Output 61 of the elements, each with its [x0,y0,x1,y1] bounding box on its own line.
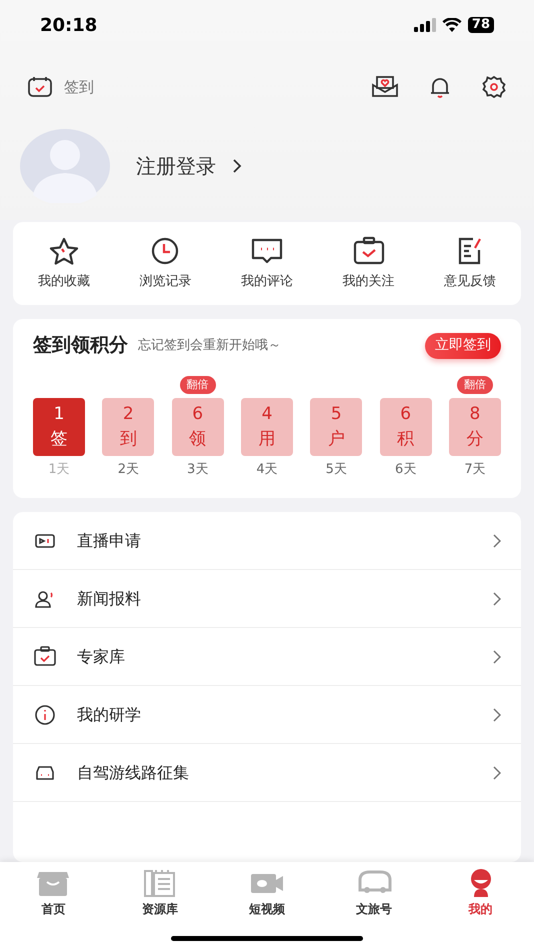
checkin-title: 签到领积分 [33,333,128,358]
menu-item[interactable]: 我的研学 [13,686,521,744]
day-character: 分 [466,428,484,451]
quick-action[interactable]: 意见反馈 [419,236,521,292]
chevron-right-icon [493,766,501,780]
day-label: 1天 [48,460,70,479]
settings-icon[interactable] [482,75,506,99]
day-label: 3天 [187,460,208,479]
day-label: 5天 [326,460,347,479]
chevron-right-icon [493,650,501,664]
signal-icon [414,18,436,32]
bell-icon[interactable] [428,75,452,99]
clipboard-check-icon [352,236,386,266]
tab-bar-item[interactable]: 文旅号 [320,868,428,918]
day-points: 2 [122,402,134,426]
day-points: 6 [192,402,204,426]
menu-item[interactable]: 自驾游线路征集 [13,744,521,802]
mail-heart-icon[interactable] [372,76,398,98]
menu-item[interactable]: 直播申请 [13,512,521,570]
day-character: 领 [189,428,206,451]
day-points: 4 [262,402,272,426]
tab-bar-item[interactable]: 我的 [427,868,534,918]
day-points: 1 [54,402,64,426]
day-label: 7天 [464,460,486,479]
checkin-subtitle: 忘记签到会重新开始哦～ [138,336,282,355]
chevron-right-icon [493,708,501,722]
chevron-right-icon [493,592,501,606]
day-character: 积 [397,428,414,451]
day-label: 6天 [395,460,416,479]
double-badge: 翻倍 [456,376,493,394]
checkin-day-box[interactable]: 1 签 [33,398,85,456]
info-icon [33,704,57,726]
quick-action[interactable]: 我的收藏 [13,236,115,292]
chevron-right-icon [232,158,242,174]
quick-action[interactable]: 我的评论 [216,236,318,292]
tab-bar-item[interactable]: 资源库 [106,868,214,918]
quick-action[interactable]: 我的关注 [318,236,420,292]
double-badge: 翻倍 [180,376,216,394]
day-character: 到 [120,428,137,451]
checkin-button[interactable]: 签到 [28,76,94,98]
quick-action[interactable]: 浏览记录 [114,236,216,292]
status-time: 20:18 [40,14,98,38]
day-label: 4天 [256,460,278,479]
menu-item[interactable]: 新闻报料 [13,570,521,628]
day-character: 用 [258,428,276,451]
calendar-check-icon [28,76,52,98]
day-points: 5 [330,402,342,426]
tab-bar-item[interactable]: 首页 [0,868,107,918]
day-character: 户 [328,428,345,451]
day-points: 6 [400,402,412,426]
day-character: 签 [50,428,68,451]
day-label: 2天 [118,460,139,479]
tab-bar-item[interactable]: 短视频 [214,868,320,918]
menu-item[interactable]: 专家库 [13,628,521,686]
clipboard-check-icon [33,646,57,668]
day-points: 8 [470,402,480,426]
chevron-right-icon [493,534,501,548]
battery-indicator: 78 [468,17,494,33]
wifi-icon [442,18,462,32]
login-link[interactable]: 注册登录 [136,151,242,181]
checkin-now-button[interactable]: 立即签到 [425,332,501,359]
